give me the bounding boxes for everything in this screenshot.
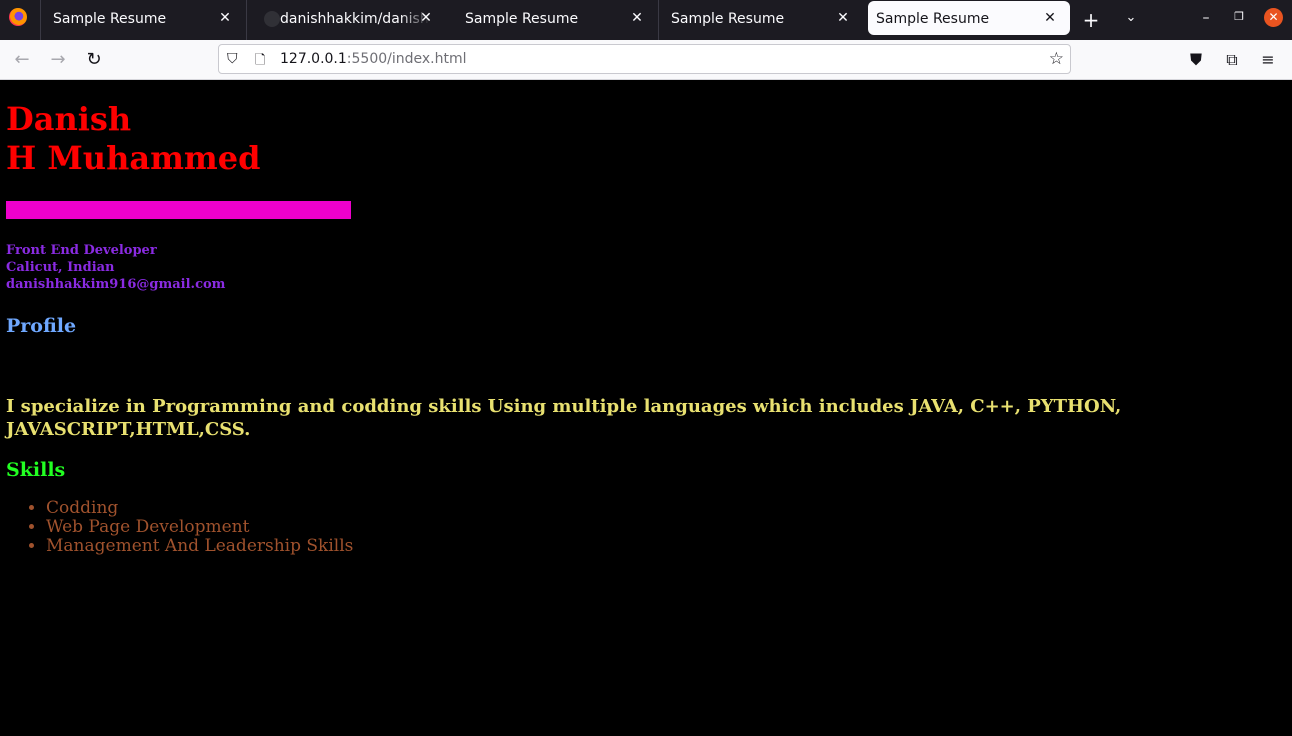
profile-heading: Profile: [6, 315, 77, 337]
tracking-protection-icon[interactable]: ⛉: [227, 51, 238, 67]
skills-list: Codding Web Page Development Management …: [6, 499, 353, 556]
location-text: Calicut, Indian: [6, 260, 115, 275]
tab-title: Sample Resume: [876, 11, 990, 27]
forward-icon[interactable]: →: [46, 48, 70, 72]
tab-github[interactable]: danishhakkim/danishhakkim ✕: [246, 0, 450, 40]
resume-name: Danish H Muhammed: [6, 100, 261, 178]
url-bar[interactable]: ⛉ 🗋 127.0.0.1:5500/index.html ☆: [218, 44, 1071, 74]
list-all-tabs-icon[interactable]: ⌄: [1121, 10, 1141, 25]
tab-title: Sample Resume: [671, 11, 785, 27]
firefox-logo-icon[interactable]: [9, 8, 27, 26]
accent-bar: [6, 201, 351, 219]
window-close-icon[interactable]: ✕: [1264, 8, 1283, 27]
name-last: H Muhammed: [6, 139, 261, 177]
skill-item: Management And Leadership Skills: [46, 537, 353, 556]
tab-sample-resume-active[interactable]: Sample Resume ✕: [868, 1, 1070, 35]
skills-heading: Skills: [6, 459, 66, 481]
profile-text: I specialize in Programming and codding …: [6, 396, 1122, 440]
tab-sample-resume-1[interactable]: Sample Resume ✕: [41, 0, 245, 40]
reload-icon[interactable]: ↻: [82, 48, 106, 72]
close-tab-icon[interactable]: ✕: [833, 8, 853, 28]
extensions-icon[interactable]: ⧉: [1222, 50, 1242, 70]
navigation-bar: ← → ↻ ⛉ 🗋 127.0.0.1:5500/index.html ☆ ⛊ …: [0, 40, 1292, 80]
menu-icon[interactable]: ≡: [1258, 50, 1278, 69]
close-tab-icon[interactable]: ✕: [1040, 8, 1060, 28]
role-text: Front End Developer: [6, 243, 157, 258]
url-path: :5500/index.html: [346, 51, 467, 67]
back-icon[interactable]: ←: [10, 48, 34, 72]
minimize-icon[interactable]: –: [1197, 10, 1215, 26]
email-text: danishhakkim916@gmail.com: [6, 277, 226, 292]
page-info-icon[interactable]: 🗋: [255, 51, 265, 73]
github-icon: [264, 11, 280, 27]
pocket-icon[interactable]: ⛊: [1186, 50, 1206, 70]
tab-sample-resume-2[interactable]: Sample Resume ✕: [453, 0, 657, 40]
tab-sample-resume-3[interactable]: Sample Resume ✕: [659, 0, 863, 40]
url-text[interactable]: 127.0.0.1:5500/index.html: [280, 51, 467, 67]
new-tab-icon[interactable]: +: [1081, 8, 1101, 32]
tab-title: Sample Resume: [465, 11, 579, 27]
skill-item: Codding: [46, 499, 353, 518]
bookmark-star-icon[interactable]: ☆: [1049, 49, 1064, 69]
skill-item: Web Page Development: [46, 518, 353, 537]
name-first: Danish: [6, 100, 132, 138]
close-tab-icon[interactable]: ✕: [627, 8, 647, 28]
url-host: 127.0.0.1: [280, 51, 347, 67]
tab-title: Sample Resume: [53, 11, 167, 27]
page-content: Danish H Muhammed Front End Developer Ca…: [0, 80, 1292, 736]
close-tab-icon[interactable]: ✕: [416, 8, 436, 28]
contact-info: Front End Developer Calicut, Indian dani…: [6, 242, 225, 293]
restore-icon[interactable]: ❐: [1230, 10, 1248, 23]
tab-title: danishhakkim/danishhakkim: [280, 11, 430, 27]
close-tab-icon[interactable]: ✕: [215, 8, 235, 28]
tab-strip: Sample Resume ✕ danishhakkim/danishhakki…: [0, 0, 1292, 40]
